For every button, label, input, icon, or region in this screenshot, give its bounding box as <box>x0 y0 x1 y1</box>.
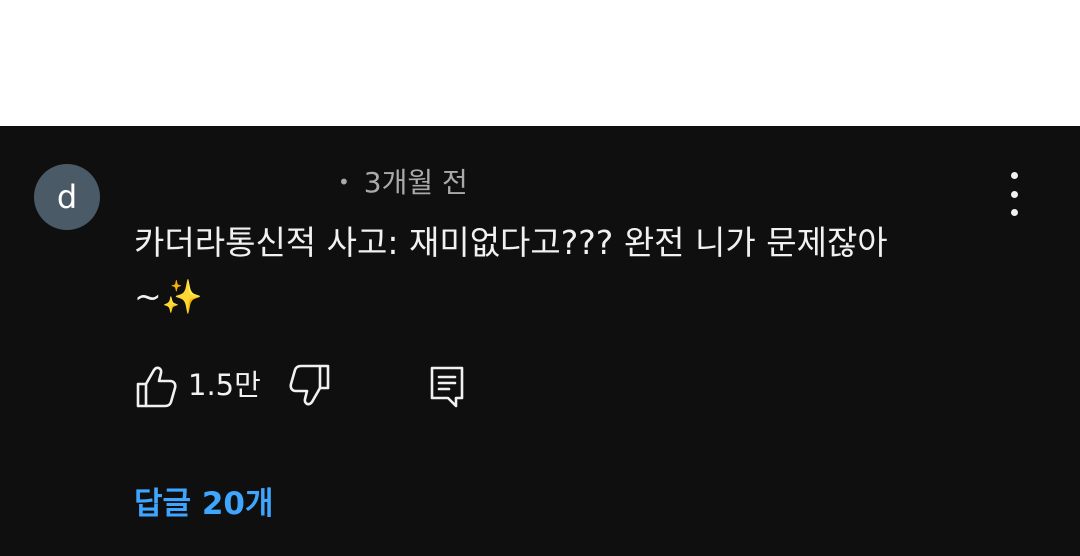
reply-button[interactable] <box>428 362 468 410</box>
like-button[interactable] <box>134 362 178 410</box>
comment-text-line-2: ~✨ <box>134 277 203 316</box>
like-count: 1.5만 <box>188 368 261 402</box>
avatar[interactable]: d <box>34 164 100 230</box>
reply-comment-icon <box>430 366 464 408</box>
thumbs-down-icon <box>289 364 330 406</box>
comment-time: 3개월 전 <box>363 166 468 199</box>
dislike-button[interactable] <box>288 362 332 410</box>
more-options-button[interactable] <box>994 172 1034 216</box>
more-vertical-icon <box>1010 172 1018 179</box>
comment-meta: • 3개월 전 <box>338 166 468 202</box>
separator-dot: • <box>338 170 350 194</box>
comment-item: d • 3개월 전 카더라통신적 사고: 재미없다고??? 완전 니가 문제잖아 … <box>0 126 1080 556</box>
thumbs-up-icon <box>136 366 177 408</box>
avatar-letter: d <box>56 178 78 216</box>
comment-text-line-1: 카더라통신적 사고: 재미없다고??? 완전 니가 문제잖아 <box>134 223 888 262</box>
top-blank-area <box>0 0 1080 126</box>
comment-text: 카더라통신적 사고: 재미없다고??? 완전 니가 문제잖아 ~✨ <box>134 216 1034 324</box>
replies-link[interactable]: 답글 20개 <box>134 484 274 524</box>
